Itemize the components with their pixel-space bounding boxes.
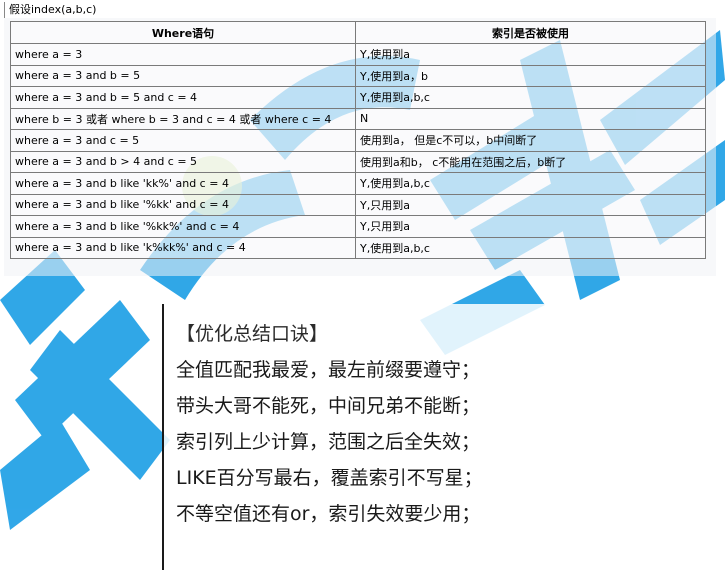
index-used-cell: Y,使用到a，b: [355, 64, 706, 87]
table-row: where a = 3 and b = 5 Y,使用到a，b: [10, 64, 706, 87]
summary-line: 全值匹配我最爱，最左前缀要遵守；: [176, 359, 481, 381]
optimization-summary: 【优化总结口诀】 全值匹配我最爱，最左前缀要遵守； 带头大哥不能死，中间兄弟不能…: [176, 316, 548, 532]
index-used-cell: 使用到a和b， c不能用在范围之后，b断了: [355, 150, 706, 173]
summary-line: LIKE百分写最右，覆盖索引不写星；: [176, 467, 483, 489]
summary-line: 索引列上少计算，范围之后全失效；: [176, 431, 481, 453]
table-row: where a = 3 and b > 4 and c = 5 使用到a和b， …: [10, 150, 706, 173]
index-used-cell: Y,使用到a,b,c: [355, 236, 706, 259]
index-used-cell: Y,使用到a: [355, 43, 706, 66]
header-index-used: 索引是否被使用: [355, 21, 706, 44]
table-row: where a = 3 and b like 'k%kk%' and c = 4…: [10, 236, 706, 259]
table-row: where a = 3 and b like '%kk%' and c = 4 …: [10, 215, 706, 238]
index-used-cell: N: [355, 107, 706, 130]
summary-line: 带头大哥不能死，中间兄弟不能断；: [176, 395, 481, 417]
table-row: where a = 3 Y,使用到a: [10, 43, 706, 66]
index-usage-table-card: Where语句 索引是否被使用 where a = 3 Y,使用到a where…: [4, 18, 716, 276]
where-clause-cell: where a = 3 and b like 'k%kk%' and c = 4: [10, 236, 356, 259]
table-header-row: Where语句 索引是否被使用: [10, 21, 706, 44]
where-clause-cell: where a = 3 and b like '%kk' and c = 4: [10, 193, 356, 216]
index-usage-table: Where语句 索引是否被使用 where a = 3 Y,使用到a where…: [10, 21, 706, 259]
table-row: where b = 3 或者 where b = 3 and c = 4 或者 …: [10, 107, 706, 130]
summary-line: 不等空值还有or，索引失效要少用；: [176, 503, 481, 525]
where-clause-cell: where a = 3 and b = 5: [10, 64, 356, 87]
where-clause-cell: where a = 3 and b > 4 and c = 5: [10, 150, 356, 173]
index-used-cell: Y,使用到a,b,c: [355, 86, 706, 109]
index-caption: 假设index(a,b,c): [4, 2, 96, 18]
table-row: where a = 3 and b like '%kk' and c = 4 Y…: [10, 193, 706, 216]
table-row: where a = 3 and c = 5 使用到a， 但是c不可以，b中间断了: [10, 129, 706, 152]
index-used-cell: 使用到a， 但是c不可以，b中间断了: [355, 129, 706, 152]
where-clause-cell: where a = 3 and c = 5: [10, 129, 356, 152]
header-where-clause: Where语句: [10, 21, 356, 44]
where-clause-cell: where a = 3: [10, 43, 356, 66]
where-clause-cell: where b = 3 或者 where b = 3 and c = 4 或者 …: [10, 107, 356, 130]
where-clause-cell: where a = 3 and b like 'kk%' and c = 4: [10, 172, 356, 195]
index-used-cell: Y,只用到a: [355, 193, 706, 216]
index-used-cell: Y,使用到a,b,c: [355, 172, 706, 195]
table-row: where a = 3 and b like 'kk%' and c = 4 Y…: [10, 172, 706, 195]
where-clause-cell: where a = 3 and b = 5 and c = 4: [10, 86, 356, 109]
table-row: where a = 3 and b = 5 and c = 4 Y,使用到a,b…: [10, 86, 706, 109]
summary-left-bar: [162, 304, 164, 570]
where-clause-cell: where a = 3 and b like '%kk%' and c = 4: [10, 215, 356, 238]
summary-title: 【优化总结口诀】: [176, 323, 329, 345]
index-used-cell: Y,只用到a: [355, 215, 706, 238]
